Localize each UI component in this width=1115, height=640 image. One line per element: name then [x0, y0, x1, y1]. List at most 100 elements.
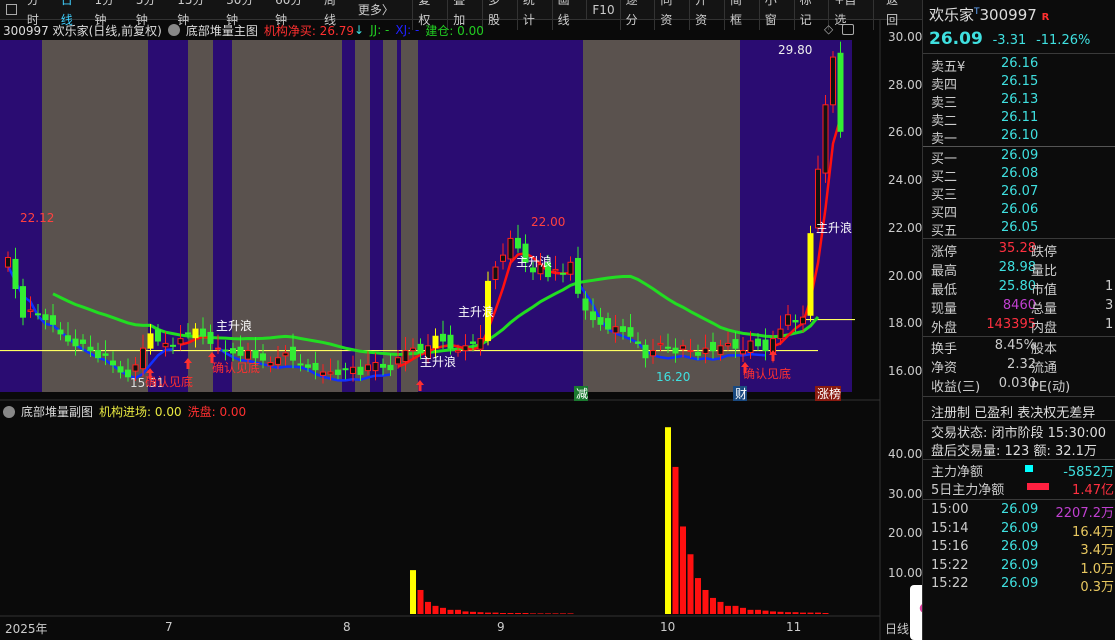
volume-bar — [552, 613, 559, 614]
volume-bar — [747, 609, 754, 614]
candle — [710, 341, 716, 352]
candle — [102, 353, 109, 356]
candle — [560, 272, 566, 275]
bottom-label: 确认见底 — [212, 360, 260, 375]
candle — [402, 350, 409, 363]
volume-bar — [762, 610, 769, 614]
candle — [185, 332, 191, 335]
ask-row[interactable]: 卖二 26.11 — [931, 110, 1115, 129]
candle — [747, 340, 754, 353]
candle — [702, 347, 709, 354]
volume-bar — [687, 554, 694, 614]
candle — [507, 237, 514, 260]
candle — [672, 347, 679, 354]
wave-label: 主升浪 — [458, 304, 494, 319]
candle — [732, 339, 739, 349]
stat-row: 最低 25.80 市值 1 — [931, 279, 1114, 298]
candle — [297, 363, 304, 366]
volume-bar — [410, 570, 416, 614]
volume-bar — [455, 609, 461, 614]
wave-label: 主升浪 — [420, 354, 456, 369]
candle — [320, 371, 326, 376]
volume-bar — [680, 526, 686, 614]
candle — [620, 326, 626, 332]
volume-bar — [417, 589, 424, 614]
volume-bar — [732, 605, 739, 614]
candle — [275, 357, 281, 365]
candle — [680, 345, 686, 350]
x-tick: 2025年 — [5, 622, 48, 636]
candle — [717, 345, 724, 355]
five-day-net-row: 5日主力净额 1.47亿 — [931, 483, 1114, 498]
stock-code: 300997 — [979, 6, 1037, 24]
candle — [290, 346, 296, 361]
candle — [177, 338, 184, 345]
sub-indicator-name[interactable]: 底部堆量副图 — [21, 403, 93, 420]
candle — [612, 326, 619, 334]
bid-row[interactable]: 买二 26.08 — [931, 166, 1115, 185]
sub-dropdown-icon[interactable] — [3, 405, 15, 418]
sub-indicator-bar: 底部堆量副图 机构进场: 0.00 洗盘: 0.00 — [3, 403, 246, 420]
candle — [27, 309, 34, 312]
ask-row[interactable]: 卖五¥ 26.16 — [931, 56, 1115, 75]
candle — [470, 341, 476, 344]
stat-row: 涨停 35.28 跌停 — [931, 241, 1058, 260]
tick-row: 15:16 26.09 3.4万 — [931, 539, 1114, 558]
bid-row[interactable]: 买一 26.09 — [931, 148, 1115, 167]
wave-label: 主升浪 — [516, 254, 552, 269]
volume-bar — [717, 601, 724, 614]
tick-row: 15:14 26.09 16.4万 — [931, 520, 1114, 540]
candle — [327, 371, 334, 375]
stock-name: 欢乐家 — [929, 6, 975, 24]
bid-row[interactable]: 买四 26.06 — [931, 202, 1115, 221]
candle — [87, 346, 94, 352]
volume-bar — [530, 613, 536, 614]
bid-row[interactable]: 买三 26.07 — [931, 184, 1115, 203]
candle — [140, 347, 146, 370]
volume-bar — [492, 612, 499, 614]
candle — [170, 344, 176, 347]
candle — [305, 364, 311, 368]
candle — [650, 350, 656, 357]
candle — [110, 360, 116, 366]
candle — [237, 346, 244, 356]
period-label[interactable]: 日线 — [885, 620, 909, 637]
kline-chart[interactable]: 22.12 22.0029.8015.51 16.20主升浪主升浪主升浪主升浪主升浪… — [0, 0, 922, 640]
candle — [657, 342, 664, 346]
bottom-label: 确认见底 — [743, 366, 791, 381]
high-label: 22.12 — [20, 211, 54, 225]
bid-row[interactable]: 买五 26.05 — [931, 220, 1115, 239]
r-flag: R — [1041, 12, 1050, 23]
bg-band-gray — [401, 40, 418, 392]
candle — [605, 318, 611, 330]
candle — [665, 346, 671, 349]
volume-bar — [792, 612, 799, 614]
candle — [117, 366, 124, 373]
candle — [65, 335, 71, 342]
volume-bar — [560, 613, 566, 614]
candle — [35, 313, 41, 316]
volume-bar — [507, 613, 514, 614]
candle — [515, 237, 521, 249]
candle — [575, 257, 581, 294]
ask-row[interactable]: 卖一 26.10 — [931, 128, 1115, 147]
ask-row[interactable]: 卖四 26.15 — [931, 74, 1115, 93]
candle — [477, 338, 484, 350]
candle — [200, 328, 206, 337]
candle — [800, 316, 806, 325]
candle — [192, 328, 199, 339]
bg-band-gray — [383, 40, 397, 392]
price-tick: 24.00 — [888, 173, 923, 188]
volume-bar — [500, 613, 506, 614]
candle — [447, 334, 454, 349]
ask-row[interactable]: 卖三 26.13 — [931, 92, 1115, 111]
volume-bar — [425, 601, 431, 614]
pct-change: -11.26% — [1036, 33, 1091, 48]
stat-row: 现量 8460 总量 3 — [931, 298, 1114, 317]
candle — [822, 104, 829, 174]
candle — [282, 352, 289, 357]
tick-row: 15:22 26.09 1.0万 — [931, 557, 1114, 577]
candle — [777, 328, 784, 340]
candle — [155, 329, 161, 342]
volume-bar — [710, 597, 716, 614]
